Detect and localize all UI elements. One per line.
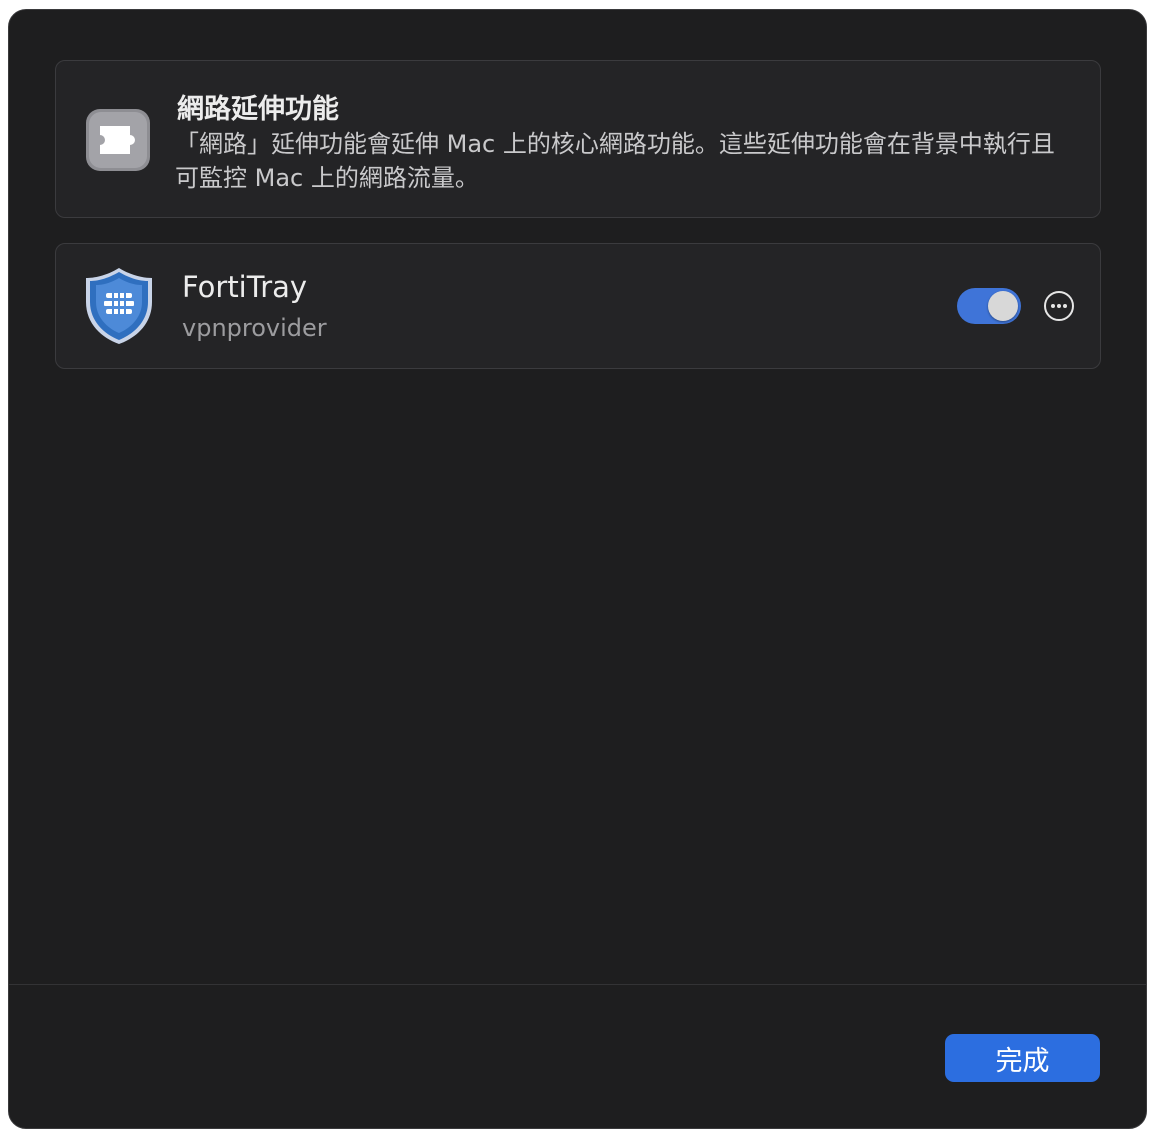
extension-name: FortiTray (182, 270, 308, 304)
dialog-title: 網路延伸功能 (177, 94, 339, 125)
extension-subtitle: vpnprovider (182, 314, 327, 342)
fortinet-shield-icon (86, 268, 152, 344)
extension-puzzle-icon (86, 109, 150, 171)
extension-enable-toggle[interactable] (957, 288, 1021, 324)
toggle-knob (988, 291, 1018, 321)
footer-divider (9, 984, 1146, 985)
dialog-description: 「網路」延伸功能會延伸 Mac 上的核心網路功能。這些延伸功能會在背景中執行且可… (175, 130, 1055, 192)
extension-row-fortitray: FortiTray vpnprovider (55, 243, 1101, 369)
network-extensions-dialog: 網路延伸功能 「網路」延伸功能會延伸 Mac 上的核心網路功能。這些延伸功能會在… (8, 9, 1147, 1129)
more-options-icon[interactable] (1043, 290, 1075, 322)
done-button[interactable]: 完成 (945, 1034, 1100, 1082)
info-card: 網路延伸功能 「網路」延伸功能會延伸 Mac 上的核心網路功能。這些延伸功能會在… (55, 60, 1101, 218)
